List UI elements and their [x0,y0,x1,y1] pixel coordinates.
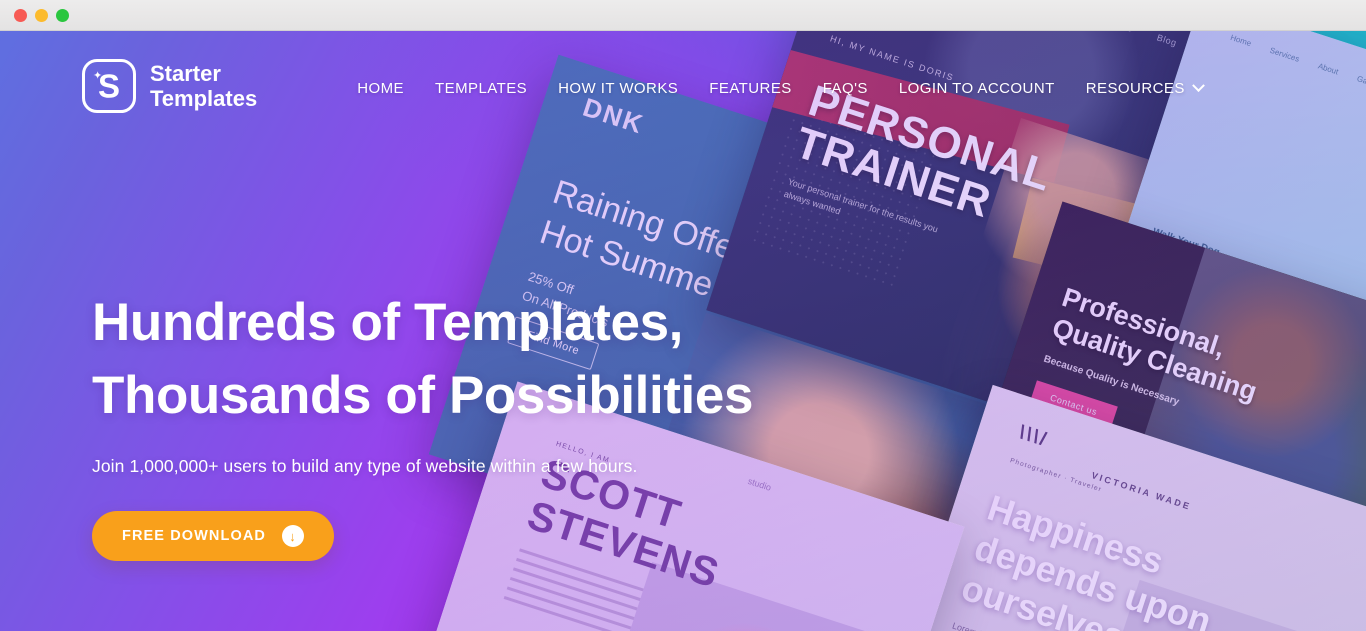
brand-wordmark: Starter Templates [150,61,257,111]
close-button[interactable] [14,8,27,22]
nav-item-features[interactable]: FEATURES [709,80,792,97]
brand-line-2: Templates [150,86,258,111]
window-titlebar [0,0,1366,31]
nav-item-templates[interactable]: TEMPLATES [435,80,527,97]
nav-item-resources[interactable]: RESOURCES [1085,78,1205,97]
free-download-button[interactable]: FREE DOWNLOAD ↓ [92,511,334,561]
logo-letter: S [97,67,120,105]
starter-templates-logo-icon: ✦ S [82,59,136,113]
page-title: Hundreds of Templates, Thousands of Poss… [92,293,754,425]
victoria-wade-brand: VICTORIA WADE [1090,470,1193,512]
browser-window: DNK Raining Offers For Hot Summer! 25% O… [0,0,1366,631]
main-navigation: HOME TEMPLATES HOW IT WORKS FEATURES FAQ… [357,76,1205,97]
victoria-wade-brand-sub: Photographer · Traveler [1009,457,1103,494]
maximize-button[interactable] [56,8,69,22]
nav-item-resources-label: RESOURCES [1085,79,1185,97]
traffic-lights [14,8,69,22]
victoria-wade-mark-icon: \\\/ [1016,421,1051,451]
site-header: ✦ S Starter Templates HOME TEMPLATES HOW… [0,31,1366,141]
brand-logo[interactable]: ✦ S Starter Templates [82,59,257,113]
brand-line-1: Starter [150,61,221,86]
nav-item-faqs[interactable]: FAQ'S [823,80,868,97]
hero-copy: Hundreds of Templates, Thousands of Poss… [92,286,753,561]
nav-item-how-it-works[interactable]: HOW IT WORKS [558,80,678,97]
hero-subhead: Join 1,000,000+ users to build any type … [92,456,638,476]
free-download-label: FREE DOWNLOAD [122,528,266,544]
nav-item-login-to-account[interactable]: LOGIN TO ACCOUNT [899,80,1055,97]
nav-item-home[interactable]: HOME [357,80,404,97]
minimize-button[interactable] [35,8,48,22]
download-arrow-icon: ↓ [282,525,304,547]
chevron-down-icon [1191,78,1205,92]
